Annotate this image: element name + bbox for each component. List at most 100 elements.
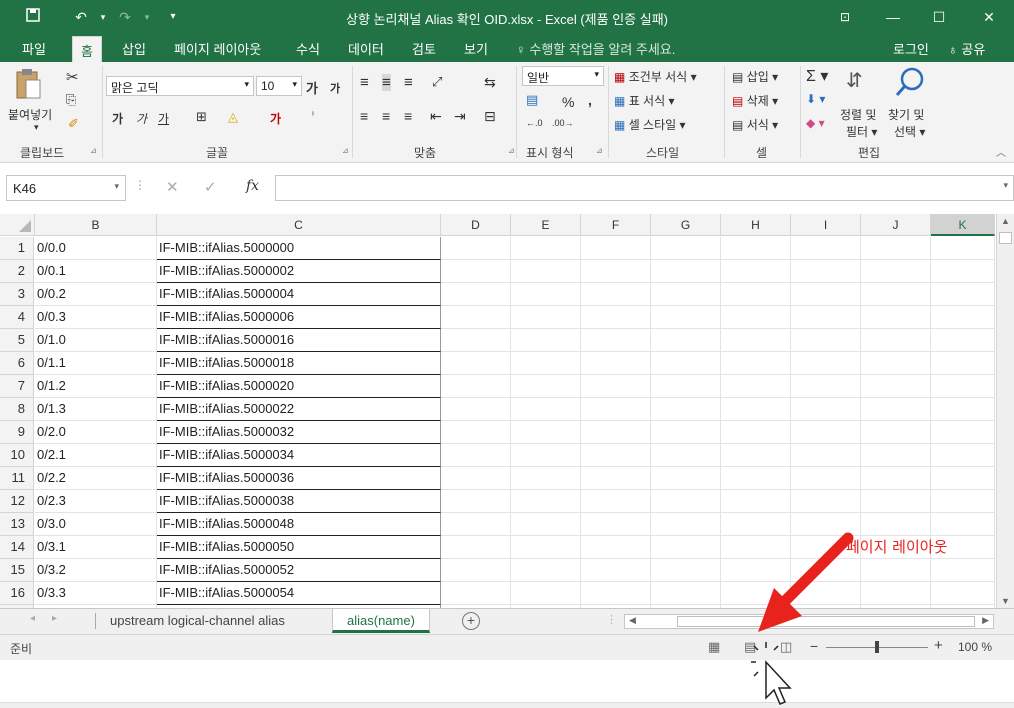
expand-formula-bar-icon[interactable]: ▾ [1003,180,1008,191]
cell-empty[interactable] [511,444,581,467]
cell-empty[interactable] [791,444,861,467]
sort-filter-icon[interactable]: ⇵ [846,68,863,93]
font-launcher-icon[interactable]: ⊿ [342,146,349,155]
cell-empty[interactable] [441,375,511,398]
cell-b[interactable]: 0/1.0 [35,329,157,352]
cell-empty[interactable] [861,490,931,513]
cell-empty[interactable] [441,237,511,260]
column-header-e[interactable]: E [511,214,581,236]
cell-b[interactable]: 0/0.2 [35,283,157,306]
column-header-g[interactable]: G [651,214,721,236]
cell-empty[interactable] [651,260,721,283]
cell-c[interactable]: IF-MIB::ifAlias.5000034 [157,444,441,467]
cell-empty[interactable] [791,260,861,283]
row-header[interactable]: 15 [0,559,34,582]
cell-empty[interactable] [651,329,721,352]
zoom-level[interactable]: 100 % [958,640,992,654]
cell-empty[interactable] [441,283,511,306]
cell-empty[interactable] [441,398,511,421]
paste-button[interactable]: 붙여넣기 [8,106,52,123]
row-header[interactable]: 10 [0,444,34,467]
tab-page-layout[interactable]: 페이지 레이아웃 [174,39,261,58]
fill-color-icon[interactable]: ◬ [228,109,238,125]
cell-empty[interactable] [441,582,511,605]
cell-empty[interactable] [511,283,581,306]
tab-insert[interactable]: 삽입 [122,39,146,58]
wrap-text-icon[interactable]: ⇆ [484,74,496,91]
cell-empty[interactable] [511,352,581,375]
align-bottom-icon[interactable]: ≡ [404,74,413,91]
cut-icon[interactable]: ✂ [66,68,79,86]
cell-empty[interactable] [511,582,581,605]
cell-empty[interactable] [581,513,651,536]
cell-empty[interactable] [441,421,511,444]
cell-empty[interactable] [861,398,931,421]
insert-cells-button[interactable]: ▤ 삽입 ▾ [732,68,778,85]
cell-empty[interactable] [651,513,721,536]
cell-empty[interactable] [581,398,651,421]
row-header[interactable]: 6 [0,352,34,375]
cell-empty[interactable] [931,559,995,582]
cell-empty[interactable] [861,582,931,605]
decrease-font-size-button[interactable]: 가 [330,80,340,96]
cell-empty[interactable] [511,490,581,513]
align-middle-icon[interactable]: ≡ [382,74,391,91]
align-center-icon[interactable]: ≡ [382,108,390,124]
cell-c[interactable]: IF-MIB::ifAlias.5000000 [157,237,441,260]
column-header-j[interactable]: J [861,214,931,236]
autosum-icon[interactable]: Σ ▾ [806,66,828,86]
row-header[interactable]: 7 [0,375,34,398]
cell-empty[interactable] [651,375,721,398]
cell-empty[interactable] [721,375,791,398]
increase-indent-icon[interactable]: ⇥ [454,108,466,125]
new-sheet-button[interactable]: + [462,612,480,630]
cell-b[interactable]: 0/3.0 [35,513,157,536]
font-name-dropdown[interactable]: 맑은 고딕 ▾ [106,76,254,96]
cell-empty[interactable] [791,490,861,513]
cell-empty[interactable] [721,352,791,375]
paste-dropdown-icon[interactable]: ▾ [34,122,39,133]
cell-empty[interactable] [651,559,721,582]
cell-empty[interactable] [721,329,791,352]
cell-empty[interactable] [651,352,721,375]
cell-empty[interactable] [511,467,581,490]
cell-empty[interactable] [931,260,995,283]
cell-empty[interactable] [791,375,861,398]
normal-view-icon[interactable]: ▦ [708,639,720,655]
cell-empty[interactable] [511,306,581,329]
paste-icon[interactable] [14,68,42,102]
cell-b[interactable]: 0/1.1 [35,352,157,375]
cell-empty[interactable] [861,559,931,582]
split-handle-icon[interactable]: ⋮ [606,613,617,626]
cell-empty[interactable] [581,444,651,467]
column-header-d[interactable]: D [441,214,511,236]
align-left-icon[interactable]: ≡ [360,108,368,124]
alignment-launcher-icon[interactable]: ⊿ [508,146,515,155]
cell-empty[interactable] [511,559,581,582]
cell-empty[interactable] [581,375,651,398]
clear-icon[interactable]: ◆ ▾ [806,116,825,130]
cell-empty[interactable] [791,421,861,444]
name-box[interactable]: K46 ▾ [6,175,126,201]
row-header[interactable]: 8 [0,398,34,421]
cell-empty[interactable] [931,352,995,375]
scroll-up-icon[interactable]: ▲ [1001,216,1010,226]
phonetic-icon[interactable]: ⁱ [312,109,314,122]
cell-empty[interactable] [721,444,791,467]
tell-me-box[interactable]: ♀ 수행할 작업을 알려 주세요. [516,39,675,58]
cell-empty[interactable] [931,237,995,260]
increase-font-size-button[interactable]: 가 [306,78,318,97]
cell-empty[interactable] [931,444,995,467]
cell-empty[interactable] [931,421,995,444]
sheet-tab-alias-name[interactable]: alias(name) [332,609,430,633]
tab-review[interactable]: 검토 [412,39,436,58]
cell-c[interactable]: IF-MIB::ifAlias.5000054 [157,582,441,605]
sort-filter-button[interactable]: 정렬 및 [840,106,876,123]
cell-empty[interactable] [441,444,511,467]
insert-function-button[interactable]: fx [246,178,259,194]
cell-empty[interactable] [721,283,791,306]
cell-empty[interactable] [791,306,861,329]
cell-empty[interactable] [861,306,931,329]
scroll-sheets-right-icon[interactable]: ▸ [52,613,57,624]
cell-c[interactable]: IF-MIB::ifAlias.5000018 [157,352,441,375]
